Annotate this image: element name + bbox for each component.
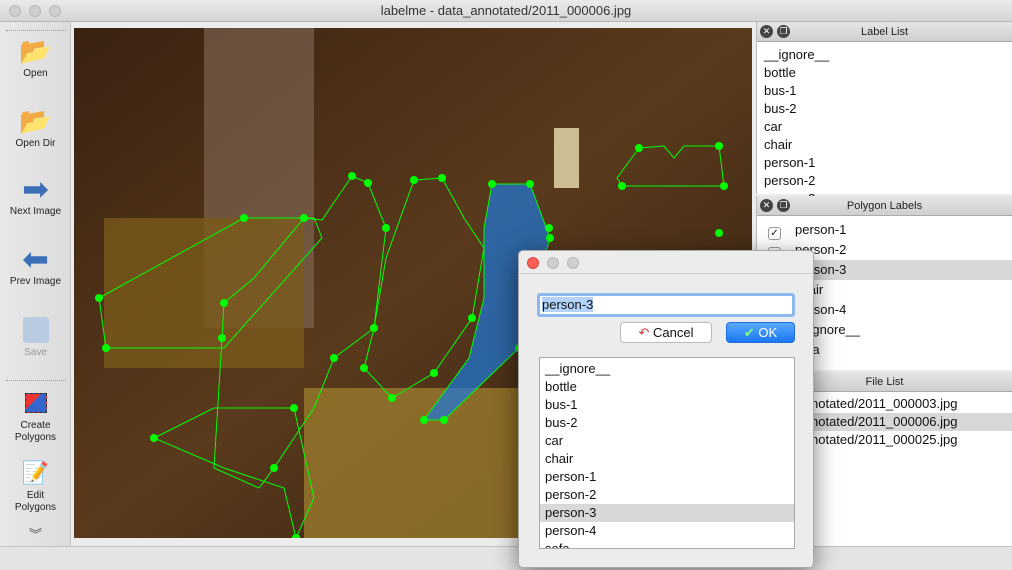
window-title: labelme - data_annotated/2011_000006.jpg <box>380 3 632 18</box>
window-controls <box>9 5 61 17</box>
label-list-item[interactable]: chair <box>757 136 1012 154</box>
label-choice-list[interactable]: __ignore__ bottle bus-1 bus-2 car chair person… <box>539 357 795 549</box>
window-titlebar: labelme - data_annotated/2011_000006.jpg <box>0 0 1012 22</box>
label-list-item[interactable]: car <box>757 118 1012 136</box>
create-polygon-icon <box>0 386 71 420</box>
open-button[interactable]: 📂 Open <box>0 34 71 80</box>
checkmark-icon: ✔ <box>743 325 755 340</box>
label-list-item[interactable]: person-2 <box>757 172 1012 190</box>
undo-arrow-icon: ↶ <box>638 325 650 340</box>
close-icon[interactable]: ✕ <box>760 199 773 212</box>
label-choice-item[interactable]: chair <box>540 450 794 468</box>
polygon-label-text: person-1 <box>795 222 847 237</box>
label-list-item[interactable]: bottle <box>757 64 1012 82</box>
close-button[interactable] <box>9 5 21 17</box>
float-icon[interactable]: ❐ <box>777 25 790 38</box>
tool-bar: 📂 Open 📂 Open Dir ➡ Next Image ⬅ Prev Image … <box>0 22 71 546</box>
label-choice-item[interactable]: person-2 <box>540 486 794 504</box>
prev-image-button[interactable]: ⬅ Prev Image <box>0 241 71 287</box>
folder-open-icon: 📂 <box>19 105 52 136</box>
label-choice-item[interactable]: bottle <box>540 378 794 396</box>
floppy-disk-icon <box>0 313 71 347</box>
label-choice-item[interactable]: __ignore__ <box>540 360 794 378</box>
panel-title: File List <box>865 376 904 388</box>
label-list-item[interactable]: bus-2 <box>757 100 1012 118</box>
checkbox[interactable]: ✓ <box>768 227 781 240</box>
open-dir-button[interactable]: 📂 Open Dir <box>0 104 71 150</box>
label-choice-item[interactable]: car <box>540 432 794 450</box>
edit-polygons-button[interactable]: 📝 Edit Polygons <box>0 456 71 514</box>
ok-button[interactable]: ✔ OK <box>726 322 795 343</box>
close-icon[interactable]: ✕ <box>760 25 773 38</box>
edit-icon: 📝 <box>21 460 50 485</box>
save-button[interactable]: Save <box>0 313 71 358</box>
folder-open-icon: 📂 <box>19 35 52 66</box>
label-choice-item[interactable]: sofa <box>540 540 794 548</box>
create-polygons-button[interactable]: Create Polygons <box>0 386 71 444</box>
label-choice-item[interactable]: person-1 <box>540 468 794 486</box>
label-list-item[interactable]: person-1 <box>757 154 1012 172</box>
label-dialog: person-3 ↶ Cancel ✔ OK __ignore__ bottle b… <box>518 250 814 568</box>
dialog-close-button[interactable] <box>527 257 539 269</box>
float-icon[interactable]: ❐ <box>777 199 790 212</box>
arrow-left-icon: ⬅ <box>22 241 49 277</box>
label-list-item[interactable]: __ignore__ <box>757 46 1012 64</box>
arrow-right-icon: ➡ <box>22 171 49 207</box>
polygon-label-item[interactable]: ✓ person-1 <box>761 220 1012 240</box>
label-choice-item[interactable]: person-3 <box>540 504 794 522</box>
panel-title: Polygon Labels <box>846 200 923 212</box>
dialog-minimize-button[interactable] <box>547 257 559 269</box>
cancel-button[interactable]: ↶ Cancel <box>620 322 712 343</box>
status-bar <box>0 546 1012 570</box>
panel-title: Label List <box>860 26 909 38</box>
double-chevron-down-icon[interactable]: ︾ <box>0 524 71 543</box>
label-input[interactable]: person-3 <box>537 293 795 317</box>
label-choice-item[interactable]: bus-1 <box>540 396 794 414</box>
label-list-item[interactable]: bus-1 <box>757 82 1012 100</box>
zoom-button[interactable] <box>49 5 61 17</box>
dialog-zoom-button[interactable] <box>567 257 579 269</box>
label-list-panel: ✕ ❐ Label List __ignore__ bottle bus-1 bus-2 c… <box>756 22 1012 206</box>
label-choice-item[interactable]: bus-2 <box>540 414 794 432</box>
label-choice-item[interactable]: person-4 <box>540 522 794 540</box>
minimize-button[interactable] <box>29 5 41 17</box>
next-image-button[interactable]: ➡ Next Image <box>0 171 71 217</box>
